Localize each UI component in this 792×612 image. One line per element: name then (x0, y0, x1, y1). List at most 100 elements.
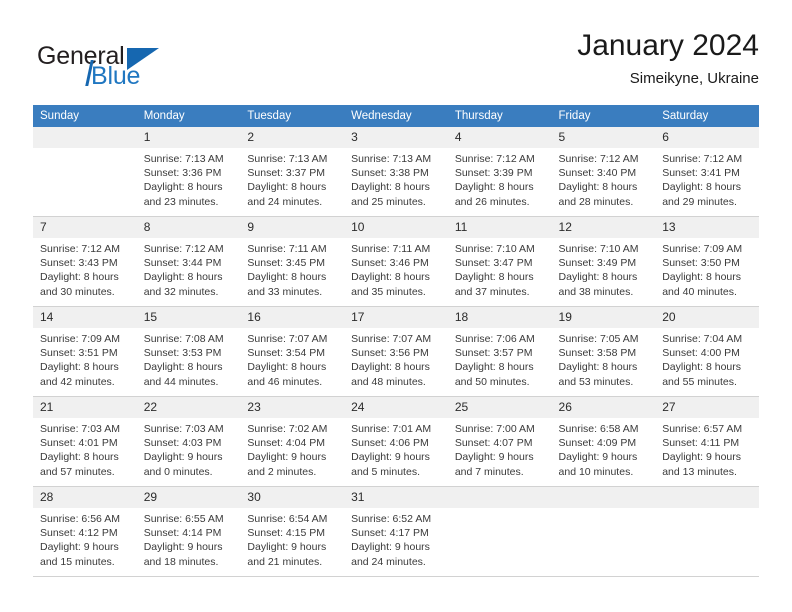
calendar-day-cell[interactable]: 24 Sunrise: 7:01 AM Sunset: 4:06 PM Dayligh… (344, 396, 448, 487)
calendar-cell-empty (551, 486, 656, 577)
weekday-header-tuesday: Tuesday (240, 105, 345, 127)
day-details: Sunrise: 7:03 AM Sunset: 4:01 PM Daylight:… (33, 418, 137, 479)
calendar-day-cell[interactable]: 25 Sunrise: 7:00 AM Sunset: 4:07 PM Dayligh… (447, 396, 552, 487)
day-detail-line: and 10 minutes. (558, 465, 634, 478)
day-detail-line: Sunrise: 7:12 AM (143, 243, 224, 255)
day-details: Sunrise: 7:11 AM Sunset: 3:45 PM Daylight:… (240, 238, 344, 299)
calendar-day-cell[interactable]: 9 Sunrise: 7:11 AM Sunset: 3:45 PM Daylight… (240, 216, 345, 307)
day-detail-line: and 24 minutes. (247, 195, 323, 208)
day-detail-line: Sunset: 4:12 PM (40, 527, 118, 540)
day-details: Sunrise: 7:13 AM Sunset: 3:36 PM Daylight:… (137, 148, 241, 209)
day-number: 14 (33, 307, 137, 328)
day-detail-line: and 23 minutes. (143, 195, 219, 208)
calendar-day-cell[interactable]: 31 Sunrise: 6:52 AM Sunset: 4:17 PM Dayligh… (344, 486, 448, 577)
calendar-day-cell[interactable]: 30 Sunrise: 6:54 AM Sunset: 4:15 PM Dayligh… (240, 486, 345, 577)
calendar-day-cell[interactable]: 29 Sunrise: 6:55 AM Sunset: 4:14 PM Dayligh… (136, 486, 241, 577)
day-detail-line: Sunrise: 7:00 AM (454, 423, 535, 435)
calendar-day-cell[interactable]: 28 Sunrise: 6:56 AM Sunset: 4:12 PM Dayligh… (33, 486, 137, 577)
day-detail-line: Daylight: 8 hours (40, 271, 119, 284)
calendar-page: General Blue January 2024 Simeikyne, Ukr… (0, 0, 792, 612)
calendar-day-cell[interactable]: 23 Sunrise: 7:02 AM Sunset: 4:04 PM Dayligh… (240, 396, 345, 487)
calendar-day-cell[interactable]: 2 Sunrise: 7:13 AM Sunset: 3:37 PM Daylight… (240, 127, 345, 217)
brand-name-blue: Blue (91, 62, 141, 90)
day-number: 22 (136, 397, 241, 418)
day-detail-line: Daylight: 9 hours (143, 541, 223, 554)
day-detail-line: Sunrise: 7:03 AM (143, 423, 224, 435)
day-detail-line: Daylight: 9 hours (247, 451, 327, 464)
calendar-day-cell[interactable]: 1 Sunrise: 7:13 AM Sunset: 3:36 PM Daylight… (136, 127, 241, 217)
day-number (551, 487, 656, 508)
day-detail-line: and 5 minutes. (351, 465, 420, 478)
day-number: 24 (344, 397, 448, 418)
calendar-cell-empty (33, 127, 137, 217)
day-detail-line: Sunset: 3:50 PM (662, 257, 740, 270)
day-detail-line: Sunset: 4:17 PM (351, 527, 429, 540)
title-block: January 2024 Simeikyne, Ukraine (577, 28, 759, 89)
calendar-day-cell[interactable]: 5 Sunrise: 7:12 AM Sunset: 3:40 PM Daylight… (551, 127, 656, 217)
weekday-header-wednesday: Wednesday (344, 105, 448, 127)
day-details: Sunrise: 7:12 AM Sunset: 3:41 PM Daylight:… (655, 148, 759, 209)
day-number: 3 (344, 127, 448, 148)
weekday-header-monday: Monday (136, 105, 241, 127)
brand-logo[interactable]: General Blue (33, 34, 263, 94)
calendar-day-cell[interactable]: 26 Sunrise: 6:58 AM Sunset: 4:09 PM Dayligh… (551, 396, 656, 487)
day-detail-line: Daylight: 8 hours (454, 271, 534, 284)
day-detail-line: and 15 minutes. (40, 555, 115, 568)
calendar-day-cell[interactable]: 8 Sunrise: 7:12 AM Sunset: 3:44 PM Daylight… (136, 216, 241, 307)
calendar-day-cell[interactable]: 13 Sunrise: 7:09 AM Sunset: 3:50 PM Dayligh… (655, 216, 759, 307)
day-detail-line: Sunset: 3:49 PM (558, 257, 637, 270)
calendar-day-cell[interactable]: 22 Sunrise: 7:03 AM Sunset: 4:03 PM Dayligh… (136, 396, 241, 487)
day-detail-line: Sunset: 3:36 PM (143, 167, 222, 180)
day-details: Sunrise: 7:04 AM Sunset: 4:00 PM Daylight:… (655, 328, 759, 389)
day-number: 16 (240, 307, 345, 328)
calendar-day-cell[interactable]: 14 Sunrise: 7:09 AM Sunset: 3:51 PM Dayligh… (33, 306, 137, 397)
calendar-day-cell[interactable]: 21 Sunrise: 7:03 AM Sunset: 4:01 PM Dayligh… (33, 396, 137, 487)
day-number: 18 (447, 307, 552, 328)
calendar-day-cell[interactable]: 3 Sunrise: 7:13 AM Sunset: 3:38 PM Daylight… (344, 127, 448, 217)
day-number: 13 (655, 217, 759, 238)
day-detail-line: and 40 minutes. (662, 285, 737, 298)
calendar-day-cell[interactable]: 17 Sunrise: 7:07 AM Sunset: 3:56 PM Dayligh… (344, 306, 448, 397)
day-detail-line: Sunrise: 7:08 AM (143, 333, 224, 345)
calendar-day-cell[interactable]: 19 Sunrise: 7:05 AM Sunset: 3:58 PM Dayligh… (551, 306, 656, 397)
day-detail-line: Sunset: 3:43 PM (40, 257, 118, 270)
day-number: 30 (240, 487, 345, 508)
day-detail-line: and 29 minutes. (662, 195, 737, 208)
day-number: 28 (33, 487, 137, 508)
calendar-day-cell[interactable]: 16 Sunrise: 7:07 AM Sunset: 3:54 PM Dayligh… (240, 306, 345, 397)
day-details: Sunrise: 6:54 AM Sunset: 4:15 PM Daylight:… (240, 508, 344, 569)
day-number: 25 (447, 397, 552, 418)
calendar-day-cell[interactable]: 27 Sunrise: 6:57 AM Sunset: 4:11 PM Dayligh… (655, 396, 759, 487)
day-details: Sunrise: 7:09 AM Sunset: 3:51 PM Daylight:… (33, 328, 137, 389)
calendar-day-cell[interactable]: 7 Sunrise: 7:12 AM Sunset: 3:43 PM Daylight… (33, 216, 137, 307)
day-number (33, 127, 137, 148)
calendar-day-cell[interactable]: 4 Sunrise: 7:12 AM Sunset: 3:39 PM Daylight… (447, 127, 552, 217)
day-details: Sunrise: 7:12 AM Sunset: 3:39 PM Daylight:… (448, 148, 552, 209)
day-detail-line: Sunset: 3:38 PM (351, 167, 429, 180)
day-detail-line: Sunrise: 7:12 AM (558, 153, 639, 165)
calendar-day-cell[interactable]: 12 Sunrise: 7:10 AM Sunset: 3:49 PM Dayligh… (551, 216, 656, 307)
calendar-day-cell[interactable]: 10 Sunrise: 7:11 AM Sunset: 3:46 PM Dayligh… (344, 216, 448, 307)
calendar-body: 1 Sunrise: 7:13 AM Sunset: 3:36 PM Daylight… (33, 127, 759, 577)
day-number: 31 (344, 487, 448, 508)
day-detail-line: Daylight: 8 hours (558, 271, 638, 284)
calendar-day-cell[interactable]: 15 Sunrise: 7:08 AM Sunset: 3:53 PM Dayligh… (136, 306, 241, 397)
calendar-day-cell[interactable]: 18 Sunrise: 7:06 AM Sunset: 3:57 PM Dayligh… (447, 306, 552, 397)
day-details (33, 148, 137, 152)
day-detail-line: Sunrise: 7:03 AM (40, 423, 120, 435)
page-header: General Blue January 2024 Simeikyne, Ukr… (33, 28, 759, 96)
page-title: January 2024 (577, 29, 759, 62)
calendar-day-cell[interactable]: 11 Sunrise: 7:10 AM Sunset: 3:47 PM Dayligh… (447, 216, 552, 307)
day-detail-line: and 55 minutes. (662, 375, 737, 388)
calendar-day-cell[interactable]: 20 Sunrise: 7:04 AM Sunset: 4:00 PM Dayligh… (655, 306, 759, 397)
day-detail-line: Daylight: 8 hours (351, 271, 430, 284)
day-number: 29 (136, 487, 241, 508)
day-details: Sunrise: 6:52 AM Sunset: 4:17 PM Daylight:… (344, 508, 448, 569)
calendar-day-cell[interactable]: 6 Sunrise: 7:12 AM Sunset: 3:41 PM Daylight… (655, 127, 759, 217)
calendar-week-row: 21 Sunrise: 7:03 AM Sunset: 4:01 PM Dayligh… (33, 396, 759, 487)
day-detail-line: Daylight: 8 hours (351, 361, 430, 374)
day-detail-line: and 57 minutes. (40, 465, 115, 478)
day-detail-line: Sunrise: 7:13 AM (247, 153, 328, 165)
day-detail-line: Sunrise: 7:07 AM (351, 333, 432, 345)
day-detail-line: Sunrise: 7:12 AM (40, 243, 120, 255)
